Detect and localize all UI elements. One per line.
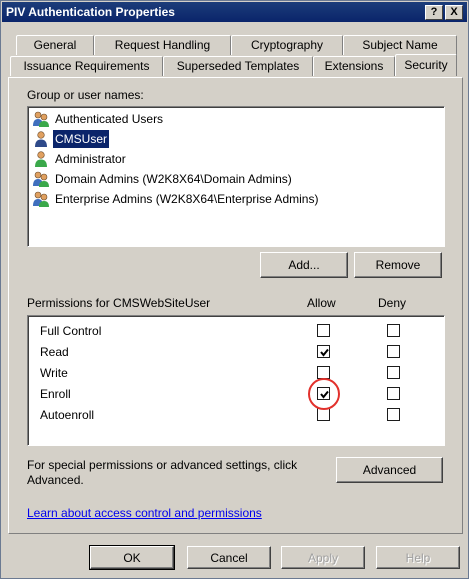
learn-more-link[interactable]: Learn about access control and permissio… [27,506,262,520]
apply-button[interactable]: Apply [281,546,365,569]
permission-name: Autoenroll [40,408,95,422]
group-icon [33,191,49,207]
tab-request-handling[interactable]: Request Handling [94,35,231,55]
help-title-button[interactable]: ? [425,5,443,20]
tab-superseded-templates[interactable]: Superseded Templates [163,56,313,76]
tab-label: Cryptography [250,38,324,52]
user-name: CMSUser [53,130,110,148]
allow-full-control-checkbox[interactable] [317,324,330,337]
special-permissions-text: For special permissions or advanced sett… [27,458,298,472]
allow-header: Allow [307,296,336,310]
group-names-label: Group or user names: [27,88,144,102]
window-title: PIV Authentication Properties [6,5,175,19]
group-icon [33,111,49,127]
deny-autoenroll-checkbox[interactable] [387,408,400,421]
permission-row: Enroll [40,384,71,404]
group-user-listbox[interactable]: Authenticated Users CMSUser Administrato… [27,106,445,247]
tab-label: Extensions [324,59,384,73]
security-tab-page: Group or user names: Authenticated Users… [8,77,463,534]
tab-label: Subject Name [362,38,438,52]
advanced-button[interactable]: Advanced [336,457,443,483]
deny-write-checkbox[interactable] [387,366,400,379]
user-name: Enterprise Admins (W2K8X64\Enterprise Ad… [55,192,319,206]
permission-name: Enroll [40,387,71,401]
tab-extensions[interactable]: Extensions [313,56,395,76]
tab-issuance-requirements[interactable]: Issuance Requirements [10,56,163,76]
user-icon [35,151,47,167]
tab-label: Issuance Requirements [23,59,150,73]
checkmark-icon [320,348,329,357]
question-icon: ? [430,6,438,18]
special-permissions-text-2: Advanced. [27,473,84,487]
ok-button[interactable]: OK [89,545,175,570]
remove-button[interactable]: Remove [354,252,442,278]
tab-general[interactable]: General [16,35,94,55]
group-icon [33,171,49,187]
permission-name: Write [40,366,68,380]
permission-row: Write [40,363,68,383]
tab-subject-name[interactable]: Subject Name [343,35,457,55]
user-name: Authenticated Users [55,112,164,126]
tab-label: Request Handling [114,38,211,52]
deny-header: Deny [378,296,407,310]
tab-security[interactable]: Security [395,54,457,76]
properties-dialog: PIV Authentication Properties ? X Genera… [0,0,469,579]
permissions-list: Full Control Read Write Enroll Autoenrol… [27,315,445,446]
title-bar: PIV Authentication Properties ? X [2,2,467,22]
close-icon: X [450,6,458,18]
tab-label: Security [404,58,448,72]
permission-row: Full Control [40,321,101,341]
permission-name: Read [40,345,69,359]
user-name: Domain Admins (W2K8X64\Domain Admins) [55,172,292,186]
allow-read-checkbox[interactable] [317,345,330,358]
permission-row: Autoenroll [40,405,94,425]
close-title-button[interactable]: X [445,5,463,20]
tab-cryptography[interactable]: Cryptography [231,35,343,55]
permissions-label: Permissions for CMSWebSiteUser [27,296,211,310]
cancel-button[interactable]: Cancel [187,546,271,569]
highlight-circle-annotation [308,378,340,410]
help-button[interactable]: Help [376,546,460,569]
tab-label: General [33,38,77,52]
deny-read-checkbox[interactable] [387,345,400,358]
add-button[interactable]: Add... [260,252,348,278]
permission-name: Full Control [40,324,102,338]
tab-label: Superseded Templates [176,59,300,73]
deny-enroll-checkbox[interactable] [387,387,400,400]
user-icon [35,131,47,147]
permission-row: Read [40,342,69,362]
deny-full-control-checkbox[interactable] [387,324,400,337]
user-name: Administrator [55,152,126,166]
